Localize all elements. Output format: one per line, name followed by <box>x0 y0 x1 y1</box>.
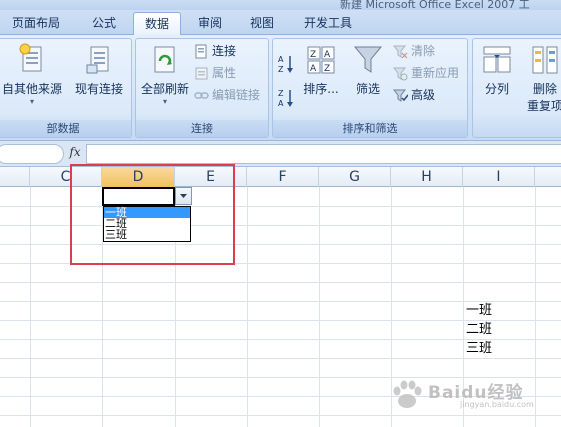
svg-text:Z: Z <box>324 64 330 74</box>
sort-ascending-icon: A Z <box>278 55 293 74</box>
svg-text:A: A <box>278 55 284 64</box>
text-to-columns-label: 分列 <box>484 82 509 96</box>
properties-icon <box>195 67 208 80</box>
group-data-tools: 分列 删除 重复项 <box>472 38 561 138</box>
title-bar: 新建 Microsoft Office Excel 2007 工 <box>0 0 561 10</box>
group-sort-filter: A Z Z A Z A A Z 排序... 筛选 清除 重新应用 高级 排序和筛… <box>272 38 468 138</box>
existing-connections-icon <box>86 46 109 74</box>
name-box[interactable] <box>0 144 64 164</box>
gridline <box>535 187 536 427</box>
gridline <box>0 282 561 283</box>
other-sources-button[interactable]: 自其他来源 ▾ <box>1 43 63 106</box>
tab-view[interactable]: 视图 <box>240 12 284 35</box>
other-sources-label: 自其他来源 <box>1 82 62 96</box>
connections-icon <box>195 44 207 59</box>
paw-logo-icon <box>393 380 422 408</box>
refresh-icon <box>154 46 175 73</box>
clear-button[interactable]: 清除 <box>393 41 435 61</box>
tab-data[interactable]: 数据 <box>133 12 181 36</box>
formula-input[interactable] <box>86 144 561 164</box>
group-label-external-data: 部数据 <box>0 120 131 137</box>
connections-button[interactable]: 连接 <box>194 41 236 61</box>
reapply-icon <box>393 67 408 81</box>
properties-button[interactable]: 属性 <box>194 63 236 83</box>
group-connections: 全部刷新 ▾ 连接 属性 编辑链接 连接 <box>135 38 269 138</box>
svg-text:Z: Z <box>310 50 316 60</box>
cell-i-value[interactable]: 一班 <box>466 301 492 320</box>
advanced-label: 高级 <box>411 88 436 102</box>
watermark-url: jingyan.baidu.com <box>460 400 534 409</box>
baidu-watermark: Baidu经验 jingyan.baidu.com <box>388 370 534 420</box>
tab-developer[interactable]: 开发工具 <box>296 12 360 35</box>
tab-page-layout[interactable]: 页面布局 <box>0 12 72 35</box>
filter-button[interactable]: 筛选 <box>351 43 385 97</box>
column-header-g[interactable]: G <box>319 167 391 187</box>
filter-label: 筛选 <box>355 82 380 96</box>
svg-text:Z: Z <box>278 65 284 74</box>
funnel-icon <box>353 46 383 73</box>
svg-text:A: A <box>310 64 317 74</box>
cell-i-value[interactable]: 二班 <box>466 320 492 339</box>
gridline <box>30 187 31 427</box>
advanced-filter-icon <box>393 89 408 102</box>
column-header-j[interactable] <box>535 167 561 187</box>
svg-text:A: A <box>278 99 284 108</box>
group-get-external-data: 自其他来源 ▾ 现有连接 部数据 <box>0 38 132 138</box>
cell-i-value[interactable]: 三班 <box>466 339 492 358</box>
existing-connections-button[interactable]: 现有连接 <box>71 43 127 97</box>
svg-text:A: A <box>324 50 331 60</box>
text-to-columns-icon <box>483 46 511 73</box>
advanced-button[interactable]: 高级 <box>393 85 435 105</box>
other-sources-icon <box>19 43 42 72</box>
existing-connections-label: 现有连接 <box>74 82 123 96</box>
sort-za-button[interactable]: Z A <box>277 87 297 111</box>
column-header-f[interactable]: F <box>247 167 319 187</box>
insert-function-icon[interactable]: fx <box>66 145 84 163</box>
refresh-all-label: 全部刷新 <box>140 82 189 96</box>
group-label-connections: 连接 <box>136 120 268 137</box>
gridline <box>247 187 248 427</box>
gridline <box>319 187 320 427</box>
sort-az-button[interactable]: A Z <box>277 53 297 77</box>
remove-duplicates-label-1: 删除 <box>532 82 557 96</box>
ribbon: 自其他来源 ▾ 现有连接 部数据 全部刷新 ▾ 连接 属性 编辑链接 连接 A … <box>0 35 561 141</box>
remove-duplicates-label-2: 重复项 <box>526 99 561 113</box>
remove-duplicates-icon <box>532 46 558 74</box>
chevron-down-icon: ▾ <box>162 97 167 106</box>
annotation-highlight-box <box>70 164 235 265</box>
link-icon <box>194 92 209 99</box>
sort-descending-icon: Z A <box>278 89 293 108</box>
text-to-columns-button[interactable]: 分列 <box>477 43 517 97</box>
reapply-button[interactable]: 重新应用 <box>393 63 459 83</box>
tab-formulas[interactable]: 公式 <box>80 12 128 35</box>
reapply-label: 重新应用 <box>411 66 460 80</box>
refresh-all-button[interactable]: 全部刷新 ▾ <box>138 43 192 106</box>
ribbon-tabs: 页面布局 公式 数据 审阅 视图 开发工具 <box>0 10 561 36</box>
sort-button[interactable]: Z A A Z 排序... <box>301 43 341 97</box>
column-header-blank <box>0 167 30 187</box>
remove-duplicates-button[interactable]: 删除 重复项 <box>523 43 561 114</box>
clear-filter-icon <box>393 45 408 59</box>
column-header-i[interactable]: I <box>463 167 535 187</box>
svg-text:Z: Z <box>278 89 284 98</box>
column-header-h[interactable]: H <box>391 167 463 187</box>
gridline <box>0 358 561 359</box>
edit-links-label: 编辑链接 <box>212 88 261 102</box>
sort-dialog-icon: Z A A Z <box>307 46 335 74</box>
edit-links-button[interactable]: 编辑链接 <box>194 85 260 105</box>
connections-label: 连接 <box>212 44 237 58</box>
group-label-sort-filter: 排序和筛选 <box>273 120 467 137</box>
window-title: 新建 Microsoft Office Excel 2007 工 <box>340 0 530 10</box>
clear-label: 清除 <box>411 44 436 58</box>
properties-label: 属性 <box>212 66 237 80</box>
sort-label: 排序... <box>303 82 339 96</box>
chevron-down-icon: ▾ <box>29 97 34 106</box>
tab-review[interactable]: 审阅 <box>188 12 232 35</box>
